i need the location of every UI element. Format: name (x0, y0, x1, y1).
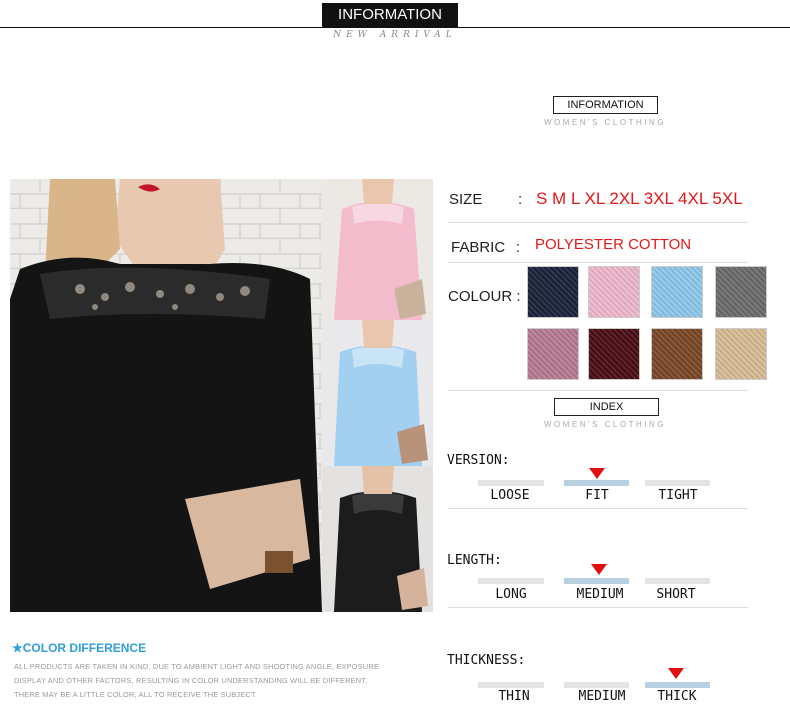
divider (448, 262, 748, 263)
thickness-option-thin[interactable]: THIN (474, 689, 554, 704)
size-value: S M L XL 2XL 3XL 4XL 5XL (536, 189, 743, 208)
swatch-burgundy[interactable] (588, 328, 640, 380)
index-title: INDEX (554, 398, 659, 416)
fabric-label: FABRIC (451, 239, 506, 256)
color-difference-line: ALL PRODUCTS ARE TAKEN IN KIND, DUE TO A… (14, 662, 380, 671)
color-difference-text: ALL PRODUCTS ARE TAKEN IN KIND, DUE TO A… (14, 660, 434, 702)
version-seg-fit (564, 480, 629, 486)
length-option-short[interactable]: SHORT (636, 587, 716, 602)
swatch-grey[interactable] (715, 266, 767, 318)
length-label: LENGTH: (447, 553, 502, 568)
blue-variant-photo (322, 320, 433, 466)
length-seg-long (478, 578, 544, 584)
version-seg-loose (478, 480, 544, 486)
fabric-separator: : (516, 239, 521, 256)
divider (448, 390, 748, 391)
main-product-photo (10, 179, 322, 612)
size-separator: : (518, 191, 523, 208)
thickness-seg-medium (564, 682, 629, 688)
black-variant-photo (322, 466, 433, 612)
size-label: SIZE (449, 191, 483, 208)
header-rule (0, 27, 790, 28)
swatch-brown[interactable] (651, 328, 703, 380)
thickness-option-medium[interactable]: MEDIUM (562, 689, 642, 704)
length-option-medium[interactable]: MEDIUM (560, 587, 640, 602)
info-subtitle: WOMEN'S CLOTHING (544, 118, 666, 127)
length-marker-icon (591, 564, 607, 575)
thickness-seg-thin (478, 682, 544, 688)
color-difference-line: DISPLAY AND OTHER FACTORS, RESULTING IN … (14, 676, 368, 685)
star-icon: ★ (12, 641, 23, 655)
version-option-tight[interactable]: TIGHT (638, 488, 718, 503)
thickness-marker-icon (668, 668, 684, 679)
color-difference-title: COLOR DIFFERENCE (22, 641, 147, 655)
divider (448, 222, 748, 223)
header-subtitle: NEW ARRIVAL (333, 30, 457, 40)
colour-label: COLOUR : (448, 288, 521, 305)
info-title: INFORMATION (553, 96, 658, 114)
pink-variant-photo (322, 179, 433, 320)
header-title: INFORMATION (322, 3, 458, 27)
length-option-long[interactable]: LONG (471, 587, 551, 602)
version-seg-tight (645, 480, 710, 486)
swatch-mauve[interactable] (527, 328, 579, 380)
colour-swatches (527, 266, 777, 386)
version-option-fit[interactable]: FIT (557, 488, 637, 503)
version-option-loose[interactable]: LOOSE (470, 488, 550, 503)
length-seg-short (645, 578, 710, 584)
divider (448, 607, 748, 608)
color-difference-heading: ★COLOR DIFFERENCE (12, 641, 146, 655)
thickness-label: THICKNESS: (447, 653, 526, 668)
thickness-seg-thick (645, 682, 710, 688)
color-difference-line: THERE MAY BE A LITTLE COLOR, ALL TO RECE… (14, 690, 258, 699)
thickness-option-thick[interactable]: THICK (637, 689, 717, 704)
version-marker-icon (589, 468, 605, 479)
swatch-sky-blue[interactable] (651, 266, 703, 318)
swatch-khaki[interactable] (715, 328, 767, 380)
swatch-navy[interactable] (527, 266, 579, 318)
divider (448, 508, 748, 509)
swatch-pink[interactable] (588, 266, 640, 318)
version-label: VERSION: (447, 453, 510, 468)
index-subtitle: WOMEN'S CLOTHING (544, 420, 666, 429)
fabric-value: POLYESTER COTTON (535, 236, 692, 253)
length-seg-medium (564, 578, 629, 584)
